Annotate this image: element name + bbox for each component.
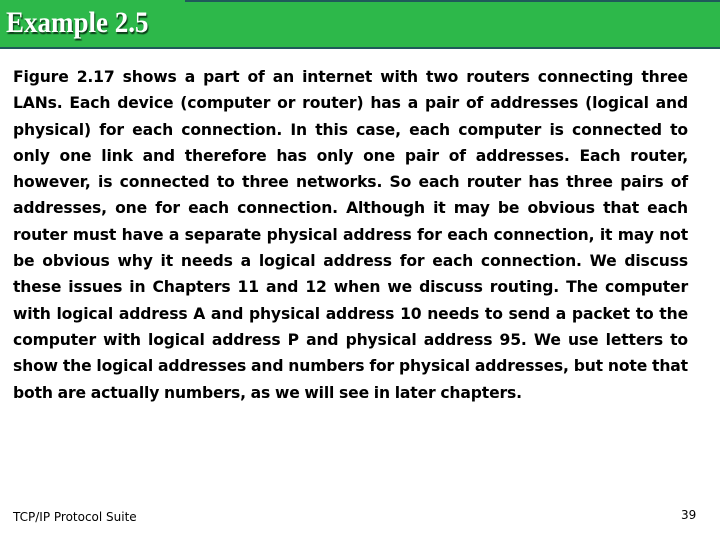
page-number: 39 bbox=[681, 508, 697, 522]
slide-title: Example 2.5 bbox=[6, 6, 149, 39]
slide-header: Example 2.5 bbox=[0, 0, 720, 49]
header-top-rule bbox=[185, 0, 720, 2]
footer-source: TCP/IP Protocol Suite bbox=[13, 510, 137, 524]
body-paragraph: Figure 2.17 shows a part of an internet … bbox=[13, 68, 688, 402]
